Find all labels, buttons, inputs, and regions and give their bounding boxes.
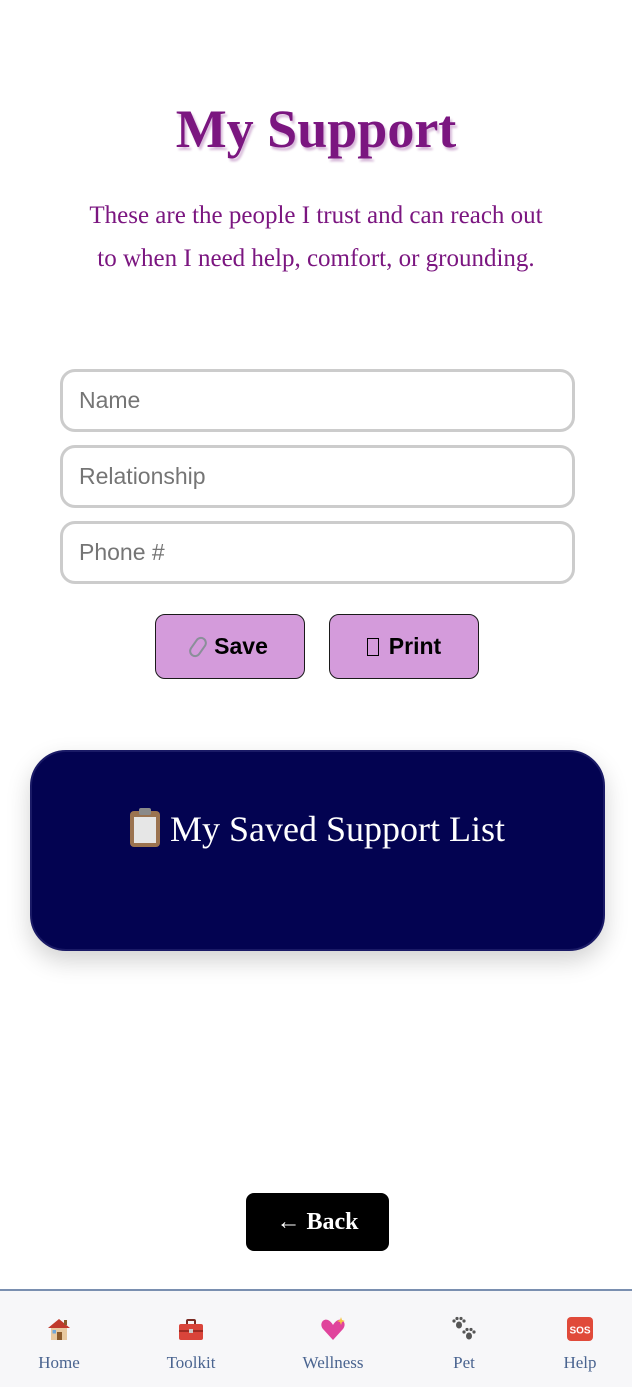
save-button-label: Save [214, 633, 268, 659]
toolbox-icon [179, 1319, 203, 1340]
print-button-label: Print [388, 633, 442, 659]
nav-item-toolkit[interactable]: Toolkit [141, 1291, 241, 1387]
sparkling-heart-icon [321, 1317, 345, 1340]
saved-support-list-card: My Saved Support List [30, 750, 605, 951]
nav-label-help: Help [563, 1353, 597, 1372]
nav-label-pet: Pet [453, 1353, 475, 1372]
relationship-input[interactable] [60, 445, 575, 508]
paperclip-icon [186, 634, 210, 659]
missing-glyph-icon [366, 637, 379, 656]
paw-prints-icon [452, 1316, 476, 1340]
save-button[interactable]: Save [155, 614, 305, 679]
clipboard-icon [129, 808, 160, 847]
nav-label-home: Home [38, 1353, 80, 1372]
nav-item-pet[interactable]: Pet [414, 1291, 514, 1387]
nav-item-wellness[interactable]: Wellness [283, 1291, 383, 1387]
intro-text: These are the people I trust and can rea… [89, 202, 543, 272]
print-button[interactable]: Print [329, 614, 479, 679]
phone-input[interactable] [60, 521, 575, 584]
saved-list-heading: My Saved Support List [32, 808, 603, 850]
house-icon [48, 1319, 70, 1340]
page-title: My Support [175, 99, 457, 159]
nav-label-toolkit: Toolkit [166, 1353, 216, 1372]
nav-label-wellness: Wellness [302, 1353, 364, 1372]
nav-item-help[interactable]: SOS Help [530, 1291, 630, 1387]
bottom-nav: Home Toolkit Wellness Pet SOS Help [0, 1289, 632, 1387]
svg-text:SOS: SOS [569, 1326, 590, 1337]
sos-icon: SOS [567, 1317, 593, 1341]
nav-item-home[interactable]: Home [9, 1291, 109, 1387]
saved-list-title: My Saved Support List [169, 809, 505, 849]
back-button[interactable]: ← Back [246, 1193, 389, 1251]
name-input[interactable] [60, 369, 575, 432]
